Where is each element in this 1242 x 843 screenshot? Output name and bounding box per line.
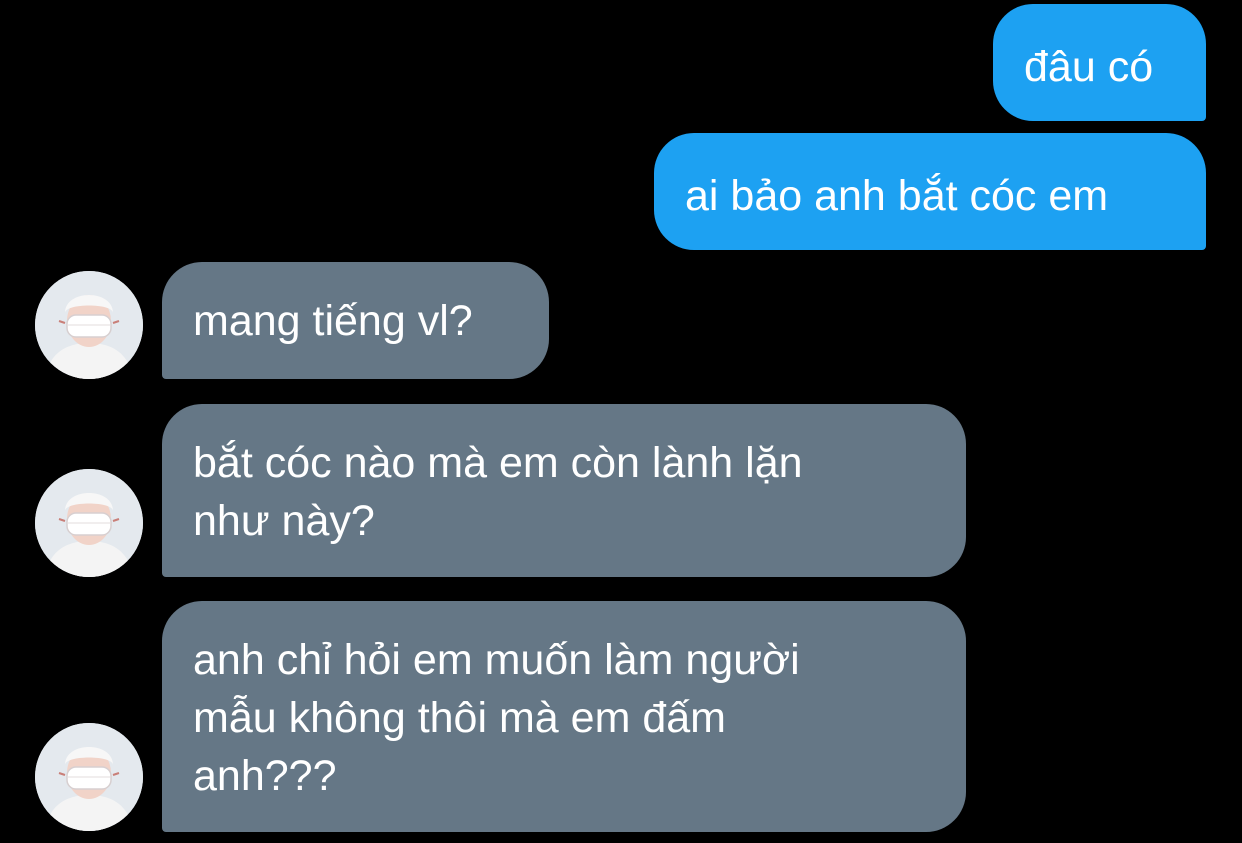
message-bubble-sent[interactable]: ai bảo anh bắt cóc em [654, 133, 1206, 250]
avatar-masked-person-icon [35, 723, 143, 831]
avatar[interactable] [35, 469, 143, 577]
avatar-masked-person-icon [35, 271, 143, 379]
message-bubble-received[interactable]: mang tiếng vl? [162, 262, 549, 379]
message-bubble-received[interactable]: bắt cóc nào mà em còn lành lặn như này? [162, 404, 966, 577]
avatar[interactable] [35, 723, 143, 831]
message-bubble-received[interactable]: anh chỉ hỏi em muốn làm người mẫu không … [162, 601, 966, 832]
avatar-masked-person-icon [35, 469, 143, 577]
message-bubble-sent[interactable]: đâu có [993, 4, 1206, 121]
avatar[interactable] [35, 271, 143, 379]
